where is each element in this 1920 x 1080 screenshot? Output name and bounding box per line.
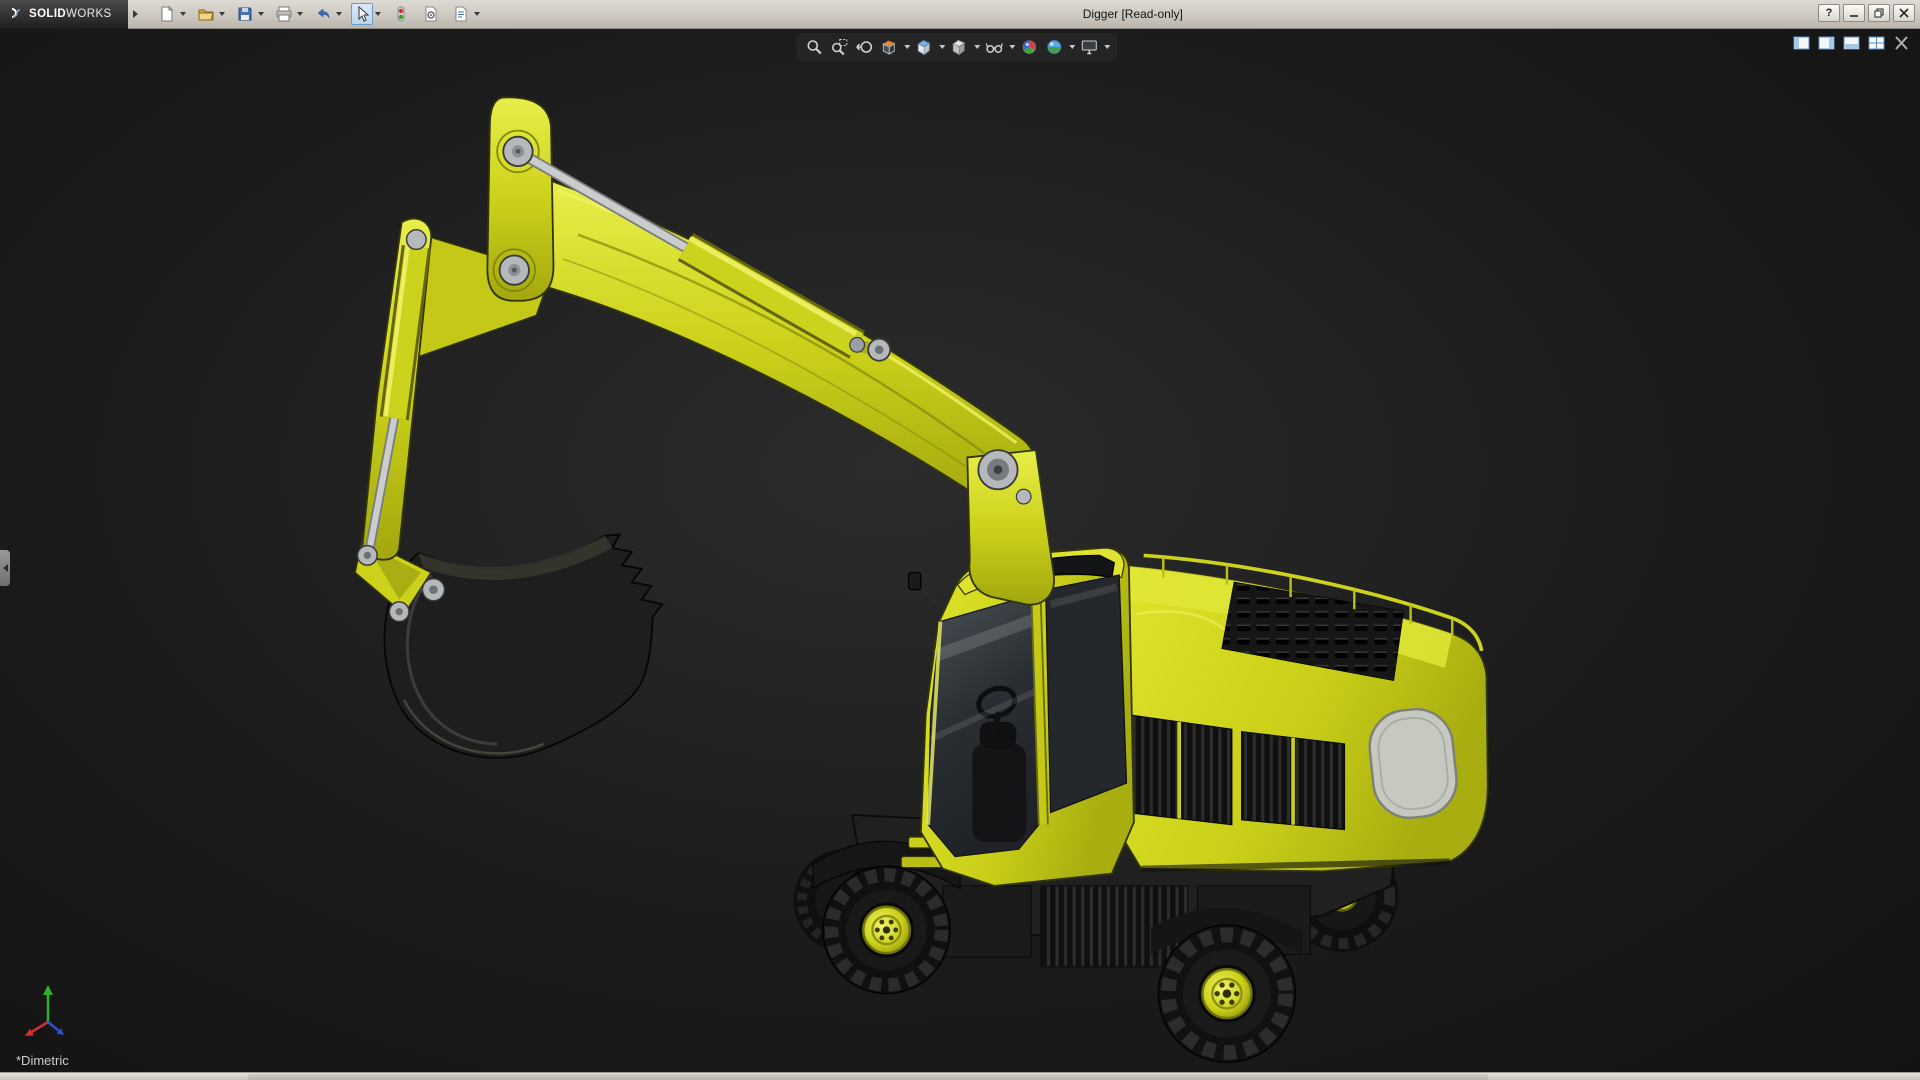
restore-button[interactable] [1868, 4, 1890, 22]
save-floppy-icon [237, 6, 253, 22]
model-wheel-front-right[interactable] [1158, 925, 1295, 1062]
close-viewport-button[interactable] [1893, 35, 1910, 51]
model-body[interactable] [793, 450, 1487, 1062]
section-view-icon [880, 38, 898, 56]
heads-up-view-toolbar [796, 33, 1117, 61]
close-viewport-icon [1893, 35, 1910, 51]
section-view-button[interactable] [877, 35, 901, 59]
titlebar: SOLIDWORKS [0, 0, 1920, 29]
featuremanager-collapse-tab[interactable] [0, 550, 10, 586]
window-title: Digger [Read-only] [1083, 0, 1183, 29]
new-document-button[interactable] [156, 3, 178, 25]
minimize-button[interactable] [1843, 4, 1865, 22]
split-view-button[interactable] [1868, 35, 1885, 51]
chevron-down-icon[interactable] [178, 3, 187, 25]
view-orientation-label: *Dimetric [16, 1053, 69, 1068]
model-wheel-front-left[interactable] [823, 866, 950, 993]
split-view-icon [1868, 35, 1885, 51]
zoom-to-area-button[interactable] [827, 35, 851, 59]
model-engine-housing[interactable] [1119, 555, 1488, 871]
horizontal-scrollbar[interactable] [0, 1072, 1920, 1080]
scene-sphere-icon [1045, 38, 1063, 56]
display-style-cube-icon [950, 38, 968, 56]
close-button[interactable] [1893, 4, 1915, 22]
triad-y-axis [43, 985, 53, 995]
3ds-logo-icon [8, 6, 24, 22]
chevron-down-icon[interactable] [1067, 35, 1076, 59]
glasses-icon [985, 38, 1003, 56]
brand-light: WORKS [66, 8, 111, 20]
printer-icon [276, 6, 292, 22]
model-side-window [1046, 575, 1127, 812]
previous-view-icon [855, 38, 873, 56]
menu-expand-arrow[interactable] [128, 0, 142, 29]
chevron-down-icon[interactable] [472, 3, 481, 25]
zoom-to-fit-button[interactable] [802, 35, 826, 59]
zoom-fit-icon [805, 38, 823, 56]
chevron-down-icon[interactable] [1102, 35, 1111, 59]
model-bucket[interactable] [385, 535, 663, 758]
excavator-model [0, 29, 1920, 1072]
pane-controls [1793, 35, 1910, 51]
view-orientation-button[interactable] [912, 35, 936, 59]
chevron-down-icon[interactable] [256, 3, 265, 25]
rebuild-stoplight-icon [393, 6, 409, 22]
model-boom[interactable] [544, 181, 1038, 507]
previous-view-button[interactable] [852, 35, 876, 59]
save-button[interactable] [234, 3, 256, 25]
expand-right-pane-button[interactable] [1818, 35, 1835, 51]
chevron-down-icon[interactable] [295, 3, 304, 25]
options-button[interactable] [420, 3, 442, 25]
file-properties-icon [453, 6, 469, 22]
apply-scene-button[interactable] [1042, 35, 1066, 59]
hide-show-items-button[interactable] [982, 35, 1006, 59]
cursor-arrow-icon [354, 6, 370, 22]
chevron-down-icon[interactable] [334, 3, 343, 25]
main-toolbar [156, 3, 487, 25]
minimize-icon [1849, 8, 1859, 18]
display-style-button[interactable] [947, 35, 971, 59]
chevron-down-icon[interactable] [937, 35, 946, 59]
view-orientation-cube-icon [915, 38, 933, 56]
expand-bottom-pane-button[interactable] [1843, 35, 1860, 51]
undo-arrow-icon [315, 6, 331, 22]
edit-appearance-button[interactable] [1017, 35, 1041, 59]
expand-right-pane-icon [1818, 35, 1835, 51]
window-controls: ? [1818, 4, 1915, 22]
restore-icon [1874, 8, 1884, 18]
chevron-down-icon[interactable] [1007, 35, 1016, 59]
brand-wordmark: SOLIDWORKS [29, 8, 112, 20]
chevron-down-icon[interactable] [373, 3, 382, 25]
chevron-down-icon[interactable] [902, 35, 911, 59]
select-tool-button[interactable] [351, 3, 373, 25]
solidworks-window: SOLIDWORKS [0, 0, 1920, 1080]
model-seat [972, 744, 1026, 842]
model-mirror [909, 573, 921, 590]
view-settings-button[interactable] [1077, 35, 1101, 59]
scrollbar-thumb[interactable] [248, 1074, 1488, 1080]
chevron-down-icon[interactable] [217, 3, 226, 25]
undo-button[interactable] [312, 3, 334, 25]
expand-left-pane-button[interactable] [1793, 35, 1810, 51]
view-settings-icon [1080, 38, 1098, 56]
help-button[interactable]: ? [1818, 4, 1840, 22]
expand-bottom-pane-icon [1843, 35, 1860, 51]
print-button[interactable] [273, 3, 295, 25]
open-button[interactable] [195, 3, 217, 25]
open-folder-icon [198, 6, 214, 22]
file-properties-button[interactable] [450, 3, 472, 25]
close-icon [1899, 8, 1909, 18]
chevron-down-icon[interactable] [972, 35, 981, 59]
orientation-triad [22, 982, 82, 1046]
appearance-ball-icon [1020, 38, 1038, 56]
viewport-3d[interactable]: *Dimetric [0, 29, 1920, 1072]
brand-bold: SOLID [29, 8, 66, 20]
rebuild-button[interactable] [390, 3, 412, 25]
options-gear-icon [423, 6, 439, 22]
new-document-icon [159, 6, 175, 22]
solidworks-logo[interactable]: SOLIDWORKS [0, 0, 128, 29]
expand-left-pane-icon [1793, 35, 1810, 51]
zoom-area-icon [830, 38, 848, 56]
